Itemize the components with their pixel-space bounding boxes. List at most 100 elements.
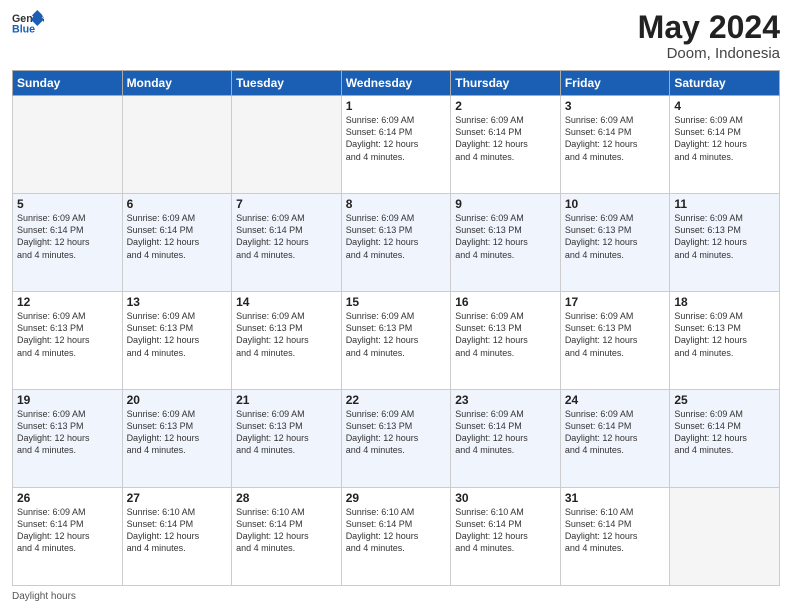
day-info: Sunrise: 6:09 AM Sunset: 6:14 PM Dayligh… [127,212,228,261]
day-info: Sunrise: 6:10 AM Sunset: 6:14 PM Dayligh… [127,506,228,555]
day-number: 9 [455,197,556,211]
calendar-day-18: 18Sunrise: 6:09 AM Sunset: 6:13 PM Dayli… [670,292,780,390]
calendar-day-14: 14Sunrise: 6:09 AM Sunset: 6:13 PM Dayli… [232,292,342,390]
day-number: 14 [236,295,337,309]
day-header-saturday: Saturday [670,71,780,96]
calendar-day-22: 22Sunrise: 6:09 AM Sunset: 6:13 PM Dayli… [341,390,451,488]
calendar-week-row: 1Sunrise: 6:09 AM Sunset: 6:14 PM Daylig… [13,96,780,194]
calendar-day-25: 25Sunrise: 6:09 AM Sunset: 6:14 PM Dayli… [670,390,780,488]
day-number: 13 [127,295,228,309]
calendar-day-1: 1Sunrise: 6:09 AM Sunset: 6:14 PM Daylig… [341,96,451,194]
location: Doom, Indonesia [638,45,780,62]
svg-text:Blue: Blue [12,24,35,36]
day-info: Sunrise: 6:10 AM Sunset: 6:14 PM Dayligh… [236,506,337,555]
day-number: 16 [455,295,556,309]
calendar-day-3: 3Sunrise: 6:09 AM Sunset: 6:14 PM Daylig… [560,96,670,194]
day-info: Sunrise: 6:10 AM Sunset: 6:14 PM Dayligh… [565,506,666,555]
calendar-day-2: 2Sunrise: 6:09 AM Sunset: 6:14 PM Daylig… [451,96,561,194]
footer-note: Daylight hours [12,591,780,602]
day-info: Sunrise: 6:09 AM Sunset: 6:14 PM Dayligh… [674,114,775,163]
calendar-day-19: 19Sunrise: 6:09 AM Sunset: 6:13 PM Dayli… [13,390,123,488]
calendar-empty [13,96,123,194]
calendar-day-26: 26Sunrise: 6:09 AM Sunset: 6:14 PM Dayli… [13,488,123,586]
header: General Blue May 2024 Doom, Indonesia [12,10,780,62]
days-header-row: SundayMondayTuesdayWednesdayThursdayFrid… [13,71,780,96]
logo: General Blue [12,10,44,38]
day-number: 3 [565,99,666,113]
day-number: 27 [127,491,228,505]
day-header-thursday: Thursday [451,71,561,96]
day-info: Sunrise: 6:09 AM Sunset: 6:13 PM Dayligh… [455,310,556,359]
calendar-empty [122,96,232,194]
calendar-day-20: 20Sunrise: 6:09 AM Sunset: 6:13 PM Dayli… [122,390,232,488]
day-header-monday: Monday [122,71,232,96]
day-number: 19 [17,393,118,407]
calendar-day-11: 11Sunrise: 6:09 AM Sunset: 6:13 PM Dayli… [670,194,780,292]
calendar-day-9: 9Sunrise: 6:09 AM Sunset: 6:13 PM Daylig… [451,194,561,292]
calendar-day-12: 12Sunrise: 6:09 AM Sunset: 6:13 PM Dayli… [13,292,123,390]
calendar-day-13: 13Sunrise: 6:09 AM Sunset: 6:13 PM Dayli… [122,292,232,390]
day-number: 24 [565,393,666,407]
day-info: Sunrise: 6:09 AM Sunset: 6:14 PM Dayligh… [17,506,118,555]
calendar-day-31: 31Sunrise: 6:10 AM Sunset: 6:14 PM Dayli… [560,488,670,586]
calendar-day-21: 21Sunrise: 6:09 AM Sunset: 6:13 PM Dayli… [232,390,342,488]
day-number: 2 [455,99,556,113]
day-number: 1 [346,99,447,113]
day-number: 5 [17,197,118,211]
calendar-day-10: 10Sunrise: 6:09 AM Sunset: 6:13 PM Dayli… [560,194,670,292]
day-number: 23 [455,393,556,407]
day-info: Sunrise: 6:09 AM Sunset: 6:14 PM Dayligh… [674,408,775,457]
day-info: Sunrise: 6:10 AM Sunset: 6:14 PM Dayligh… [455,506,556,555]
calendar-day-17: 17Sunrise: 6:09 AM Sunset: 6:13 PM Dayli… [560,292,670,390]
day-header-tuesday: Tuesday [232,71,342,96]
day-number: 25 [674,393,775,407]
day-info: Sunrise: 6:09 AM Sunset: 6:13 PM Dayligh… [17,310,118,359]
day-number: 28 [236,491,337,505]
day-number: 12 [17,295,118,309]
calendar-day-28: 28Sunrise: 6:10 AM Sunset: 6:14 PM Dayli… [232,488,342,586]
day-number: 10 [565,197,666,211]
day-number: 11 [674,197,775,211]
day-info: Sunrise: 6:09 AM Sunset: 6:13 PM Dayligh… [346,212,447,261]
calendar-day-7: 7Sunrise: 6:09 AM Sunset: 6:14 PM Daylig… [232,194,342,292]
day-info: Sunrise: 6:09 AM Sunset: 6:13 PM Dayligh… [565,310,666,359]
day-info: Sunrise: 6:09 AM Sunset: 6:14 PM Dayligh… [455,114,556,163]
calendar-day-5: 5Sunrise: 6:09 AM Sunset: 6:14 PM Daylig… [13,194,123,292]
calendar-day-15: 15Sunrise: 6:09 AM Sunset: 6:13 PM Dayli… [341,292,451,390]
day-info: Sunrise: 6:09 AM Sunset: 6:13 PM Dayligh… [17,408,118,457]
calendar-day-4: 4Sunrise: 6:09 AM Sunset: 6:14 PM Daylig… [670,96,780,194]
calendar-empty [232,96,342,194]
calendar-day-8: 8Sunrise: 6:09 AM Sunset: 6:13 PM Daylig… [341,194,451,292]
day-info: Sunrise: 6:09 AM Sunset: 6:13 PM Dayligh… [127,310,228,359]
day-number: 4 [674,99,775,113]
calendar-day-6: 6Sunrise: 6:09 AM Sunset: 6:14 PM Daylig… [122,194,232,292]
day-number: 26 [17,491,118,505]
day-info: Sunrise: 6:09 AM Sunset: 6:13 PM Dayligh… [236,310,337,359]
day-number: 15 [346,295,447,309]
day-info: Sunrise: 6:09 AM Sunset: 6:13 PM Dayligh… [565,212,666,261]
day-number: 17 [565,295,666,309]
day-header-wednesday: Wednesday [341,71,451,96]
title-block: May 2024 Doom, Indonesia [638,10,780,62]
month-title: May 2024 [638,10,780,45]
day-info: Sunrise: 6:09 AM Sunset: 6:14 PM Dayligh… [236,212,337,261]
day-info: Sunrise: 6:09 AM Sunset: 6:13 PM Dayligh… [674,212,775,261]
calendar-day-29: 29Sunrise: 6:10 AM Sunset: 6:14 PM Dayli… [341,488,451,586]
day-number: 20 [127,393,228,407]
day-info: Sunrise: 6:09 AM Sunset: 6:14 PM Dayligh… [455,408,556,457]
day-info: Sunrise: 6:09 AM Sunset: 6:13 PM Dayligh… [346,310,447,359]
calendar-day-30: 30Sunrise: 6:10 AM Sunset: 6:14 PM Dayli… [451,488,561,586]
day-number: 30 [455,491,556,505]
day-info: Sunrise: 6:09 AM Sunset: 6:13 PM Dayligh… [674,310,775,359]
calendar-day-16: 16Sunrise: 6:09 AM Sunset: 6:13 PM Dayli… [451,292,561,390]
generalblue-logo-icon: General Blue [12,10,44,38]
day-number: 18 [674,295,775,309]
day-number: 7 [236,197,337,211]
day-info: Sunrise: 6:09 AM Sunset: 6:14 PM Dayligh… [565,408,666,457]
day-info: Sunrise: 6:09 AM Sunset: 6:14 PM Dayligh… [17,212,118,261]
calendar-week-row: 19Sunrise: 6:09 AM Sunset: 6:13 PM Dayli… [13,390,780,488]
day-number: 6 [127,197,228,211]
day-info: Sunrise: 6:09 AM Sunset: 6:14 PM Dayligh… [346,114,447,163]
calendar-week-row: 26Sunrise: 6:09 AM Sunset: 6:14 PM Dayli… [13,488,780,586]
calendar-day-24: 24Sunrise: 6:09 AM Sunset: 6:14 PM Dayli… [560,390,670,488]
